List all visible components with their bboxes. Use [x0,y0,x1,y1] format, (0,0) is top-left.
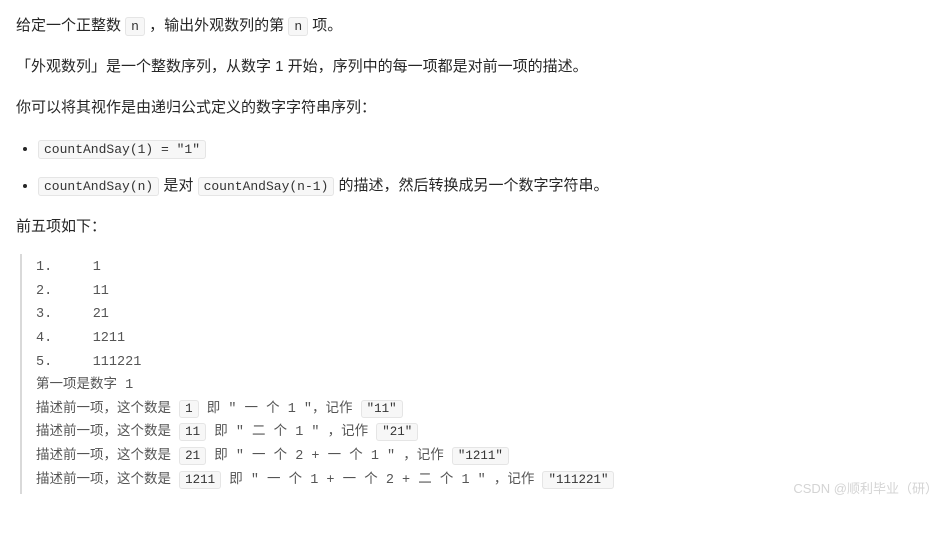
example-block: 1. 1 2. 11 3. 21 4. 1211 5. 111221 第一项是数… [20,254,934,494]
paragraph-intro-1: 给定一个正整数 n ，输出外观数列的第 n 项。 [16,12,934,39]
code-num: 1 [179,400,199,418]
code-recursive: countAndSay(n) [38,177,159,196]
text: ，输出外观数列的第 [145,17,288,34]
code-recursive-prev: countAndSay(n-1) [198,177,335,196]
code-num: 1211 [179,471,221,489]
list-item: countAndSay(1) = "1" [38,135,934,162]
code-result: "21" [376,423,418,441]
seq-line: 1. 1 [36,260,101,275]
paragraph-intro-3: 你可以将其视作是由递归公式定义的数字字符串序列： [16,94,934,121]
text: 项。 [308,17,342,34]
text: 是对 [159,177,197,194]
desc-line: 描述前一项，这个数是 11 即 " 二 个 1 " ，记作 "21" [36,425,418,440]
desc-line: 描述前一项，这个数是 1211 即 " 一 个 1 + 一 个 2 + 二 个 … [36,473,614,488]
seq-line: 3. 21 [36,307,109,322]
code-base-case: countAndSay(1) = "1" [38,140,206,159]
code-result: "1211" [452,447,509,465]
desc-line: 第一项是数字 1 [36,378,133,393]
definition-list: countAndSay(1) = "1" countAndSay(n) 是对 c… [16,135,934,199]
code-result: "11" [361,400,403,418]
desc-line: 描述前一项，这个数是 21 即 " 一 个 2 + 一 个 1 " ，记作 "1… [36,449,509,464]
code-n: n [288,17,308,36]
paragraph-example-heading: 前五项如下： [16,213,934,240]
seq-line: 5. 111221 [36,355,141,370]
paragraph-intro-2: 「外观数列」是一个整数序列，从数字 1 开始，序列中的每一项都是对前一项的描述。 [16,53,934,80]
seq-line: 4. 1211 [36,331,125,346]
code-result: "111221" [542,471,614,489]
seq-line: 2. 11 [36,284,109,299]
text: 的描述，然后转换成另一个数字字符串。 [334,177,608,194]
code-n: n [125,17,145,36]
list-item: countAndSay(n) 是对 countAndSay(n-1) 的描述，然… [38,172,934,199]
code-num: 21 [179,447,206,465]
desc-line: 描述前一项，这个数是 1 即 " 一 个 1 "，记作 "11" [36,402,403,417]
code-num: 11 [179,423,206,441]
text: 给定一个正整数 [16,17,125,34]
